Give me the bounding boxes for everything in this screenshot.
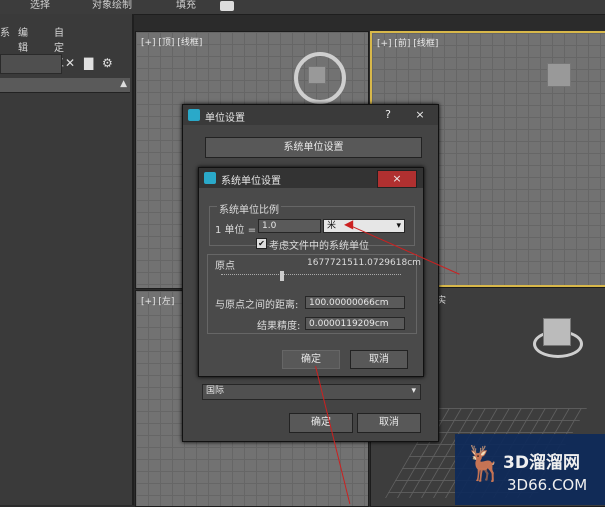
origin-slider-track[interactable]: [221, 274, 401, 279]
viewport-front-label[interactable]: [+] [前] [线框]: [377, 36, 438, 49]
deer-logo-icon: 🦌: [463, 444, 506, 484]
help-button[interactable]: ?: [377, 107, 399, 123]
consider-files-label: 考虑文件中的系统单位: [269, 241, 369, 252]
system-units-setup-button[interactable]: 系统单位设置: [205, 137, 422, 158]
close-button[interactable]: ×: [377, 170, 417, 188]
watermark: 🦌 3D溜溜网 3D66.COM: [455, 434, 605, 505]
viewport-top-label[interactable]: [+] [顶] [线框]: [141, 35, 202, 48]
object-name-field[interactable]: [0, 54, 62, 74]
menu-system[interactable]: 系: [0, 24, 10, 39]
app-icon: [188, 109, 200, 121]
viewport-left-label[interactable]: [+] [左]: [141, 294, 174, 307]
tool-icon[interactable]: ⚙: [102, 56, 113, 70]
distance-label: 与原点之间的距离:: [215, 300, 299, 311]
ok-button[interactable]: 确定: [289, 413, 353, 433]
chevron-down-icon: ▾: [396, 221, 401, 231]
origin-label: 原点: [215, 261, 235, 272]
close-button[interactable]: ×: [409, 107, 431, 123]
ribbon-select[interactable]: 选择: [30, 0, 50, 12]
watermark-brand: 3D溜溜网: [503, 453, 580, 473]
ribbon-fill[interactable]: 填充: [176, 0, 196, 12]
group-label: 系统单位比例: [217, 201, 281, 216]
ribbon: 选择 对象绘制 填充: [0, 0, 605, 15]
units-setup-title: 单位设置: [205, 113, 245, 124]
cancel-button[interactable]: 取消: [357, 413, 421, 433]
chevron-down-icon: ▾: [411, 386, 416, 396]
precision-label: 结果精度:: [257, 321, 301, 332]
viewcube-icon[interactable]: [547, 63, 571, 87]
cancel-button[interactable]: 取消: [350, 350, 408, 369]
viewcube-icon[interactable]: [543, 318, 571, 346]
menu-edit[interactable]: 编辑: [18, 24, 28, 54]
list-header[interactable]: ▲: [0, 78, 130, 93]
units-setup-titlebar[interactable]: 单位设置 ? ×: [183, 105, 438, 125]
unit-label: 1 单位 =: [215, 225, 257, 236]
arrowhead-icon: ◀: [344, 217, 354, 231]
display-unit-dropdown[interactable]: 国际 ▾: [202, 384, 421, 400]
app-icon: [204, 172, 216, 184]
display-unit-value: 国际: [206, 386, 225, 396]
unit-value-field[interactable]: 1.0: [258, 219, 321, 233]
clear-icon[interactable]: ✕: [65, 56, 75, 70]
consider-files-checkbox[interactable]: ✔: [256, 238, 267, 249]
origin-value: 1677721511.0729618cm: [307, 258, 421, 268]
ribbon-dropdown-icon[interactable]: [220, 1, 234, 11]
system-unit-setup-titlebar[interactable]: 系统单位设置 ×: [199, 168, 423, 188]
system-unit-setup-dialog: 系统单位设置 × 系统单位比例 1 单位 = 1.0 米 ▾ ✔ 考虑文件中的系…: [198, 167, 424, 377]
precision-field[interactable]: 0.0000119209cm: [305, 317, 405, 330]
distance-field[interactable]: 100.00000066cm: [305, 296, 405, 309]
unit-select-value: 米: [327, 221, 337, 231]
scroll-up-icon[interactable]: ▲: [120, 79, 127, 89]
ribbon-object-paint[interactable]: 对象绘制: [92, 0, 132, 12]
layer-icon[interactable]: ▇: [84, 56, 93, 70]
watermark-url: 3D66.COM: [507, 476, 588, 494]
system-unit-setup-title: 系统单位设置: [221, 176, 281, 187]
viewcube-icon[interactable]: [308, 66, 326, 84]
ok-button[interactable]: 确定: [282, 350, 340, 369]
origin-slider-handle[interactable]: [280, 271, 284, 281]
